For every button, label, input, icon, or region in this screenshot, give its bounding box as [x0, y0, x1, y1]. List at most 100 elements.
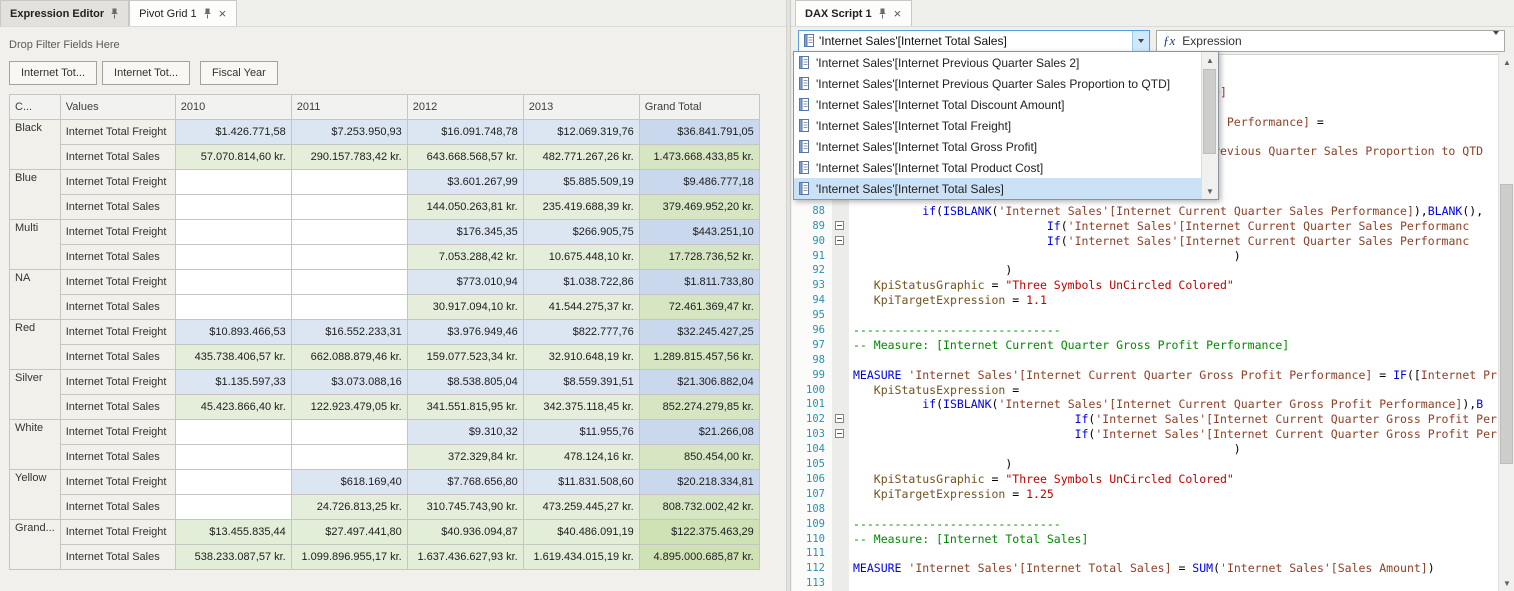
- pivot-value-cell[interactable]: [175, 195, 291, 220]
- pivot-value-cell[interactable]: [175, 245, 291, 270]
- pivot-value-cell[interactable]: 310.745.743,90 kr.: [407, 495, 523, 520]
- code-text[interactable]: MEASURE 'Internet Sales'[Internet Curren…: [849, 368, 1498, 383]
- pivot-value-cell[interactable]: $1.426.771,58: [175, 120, 291, 145]
- pivot-value-cell[interactable]: 1.473.668.433,85 kr.: [639, 145, 759, 170]
- scrollbar-thumb[interactable]: [1203, 69, 1216, 154]
- code-text[interactable]: if(ISBLANK('Internet Sales'[Internet Cur…: [849, 397, 1498, 412]
- pivot-value-cell[interactable]: [175, 270, 291, 295]
- pivot-value-cell[interactable]: 144.050.263,81 kr.: [407, 195, 523, 220]
- measure-dropdown-item[interactable]: 'Internet Sales'[Internet Total Discount…: [794, 94, 1201, 115]
- pivot-column-header[interactable]: 2013: [523, 95, 639, 120]
- pivot-column-header[interactable]: C...: [10, 95, 61, 120]
- code-text[interactable]: If('Internet Sales'[Internet Current Qua…: [849, 219, 1498, 234]
- pivot-column-header[interactable]: Grand Total: [639, 95, 759, 120]
- code-text[interactable]: KpiStatusGraphic = "Three Symbols UnCirc…: [849, 278, 1498, 293]
- pivot-measure-label[interactable]: Internet Total Sales: [60, 245, 175, 270]
- expression-combo[interactable]: ƒx Expression: [1156, 30, 1505, 52]
- filter-field-internet-total-1[interactable]: Internet Tot...: [9, 61, 97, 85]
- pivot-value-cell[interactable]: $11.955,76: [523, 420, 639, 445]
- pivot-group-label[interactable]: Multi: [10, 220, 61, 270]
- code-text[interactable]: ): [849, 263, 1498, 278]
- pivot-measure-label[interactable]: Internet Total Sales: [60, 295, 175, 320]
- editor-vertical-scrollbar[interactable]: ▲ ▼: [1498, 54, 1514, 591]
- pivot-value-cell[interactable]: 235.419.688,39 kr.: [523, 195, 639, 220]
- pivot-value-cell[interactable]: $122.375.463,29: [639, 520, 759, 545]
- code-text[interactable]: [849, 308, 1498, 323]
- chevron-down-icon[interactable]: [1493, 35, 1504, 47]
- measure-dropdown-item[interactable]: 'Internet Sales'[Internet Total Sales]: [794, 178, 1201, 199]
- pivot-group-label[interactable]: Blue: [10, 170, 61, 220]
- pivot-value-cell[interactable]: [175, 445, 291, 470]
- fold-collapse-button[interactable]: [835, 221, 844, 230]
- code-text[interactable]: -- Measure: [Internet Total Sales]: [849, 532, 1498, 547]
- pivot-measure-label[interactable]: Internet Total Freight: [60, 270, 175, 295]
- pivot-value-cell[interactable]: [175, 495, 291, 520]
- filter-field-fiscal-year[interactable]: Fiscal Year: [200, 61, 278, 85]
- pivot-value-cell[interactable]: $16.091.748,78: [407, 120, 523, 145]
- pivot-value-cell[interactable]: [175, 420, 291, 445]
- pivot-value-cell[interactable]: $443.251,10: [639, 220, 759, 245]
- pivot-value-cell[interactable]: 17.728.736,52 kr.: [639, 245, 759, 270]
- pivot-value-cell[interactable]: [175, 170, 291, 195]
- code-text[interactable]: KpiTargetExpression = 1.1: [849, 293, 1498, 308]
- pivot-group-label[interactable]: Yellow: [10, 470, 61, 520]
- measure-dropdown-item[interactable]: 'Internet Sales'[Internet Total Freight]: [794, 115, 1201, 136]
- measure-combo-dropdown-button[interactable]: [1132, 31, 1149, 51]
- pivot-value-cell[interactable]: $9.310,32: [407, 420, 523, 445]
- pivot-value-cell[interactable]: $27.497.441,80: [291, 520, 407, 545]
- pivot-value-cell[interactable]: [175, 220, 291, 245]
- pivot-value-cell[interactable]: $21.266,08: [639, 420, 759, 445]
- pivot-value-cell[interactable]: $13.455.835,44: [175, 520, 291, 545]
- pin-icon[interactable]: [878, 8, 887, 19]
- pivot-value-cell[interactable]: $5.885.509,19: [523, 170, 639, 195]
- code-text[interactable]: ): [849, 442, 1498, 457]
- pivot-value-cell[interactable]: $1.811.733,80: [639, 270, 759, 295]
- close-icon[interactable]: ×: [893, 9, 903, 19]
- pivot-value-cell[interactable]: $8.538.805,04: [407, 370, 523, 395]
- pin-icon[interactable]: [110, 8, 119, 19]
- code-text[interactable]: -- Measure: [Internet Current Quarter Gr…: [849, 338, 1498, 353]
- pivot-value-cell[interactable]: $3.976.949,46: [407, 320, 523, 345]
- pivot-value-cell[interactable]: 342.375.118,45 kr.: [523, 395, 639, 420]
- pivot-value-cell[interactable]: $822.777,76: [523, 320, 639, 345]
- code-text[interactable]: If('Internet Sales'[Internet Current Qua…: [849, 427, 1498, 442]
- pivot-value-cell[interactable]: $1.135.597,33: [175, 370, 291, 395]
- pivot-measure-label[interactable]: Internet Total Sales: [60, 345, 175, 370]
- pivot-value-cell[interactable]: 478.124,16 kr.: [523, 445, 639, 470]
- pivot-column-header[interactable]: 2011: [291, 95, 407, 120]
- pivot-value-cell[interactable]: [291, 220, 407, 245]
- pivot-value-cell[interactable]: $3.601.267,99: [407, 170, 523, 195]
- pivot-value-cell[interactable]: 473.259.445,27 kr.: [523, 495, 639, 520]
- pivot-value-cell[interactable]: 1.637.436.627,93 kr.: [407, 545, 523, 570]
- pivot-measure-label[interactable]: Internet Total Freight: [60, 520, 175, 545]
- pivot-value-cell[interactable]: $8.559.391,51: [523, 370, 639, 395]
- measure-dropdown-item[interactable]: 'Internet Sales'[Internet Previous Quart…: [794, 73, 1201, 94]
- pivot-value-cell[interactable]: 538.233.087,57 kr.: [175, 545, 291, 570]
- pivot-value-cell[interactable]: 7.053.288,42 kr.: [407, 245, 523, 270]
- pivot-value-cell[interactable]: 122.923.479,05 kr.: [291, 395, 407, 420]
- measure-selector-combo[interactable]: 'Internet Sales'[Internet Total Sales]: [798, 30, 1150, 52]
- code-text[interactable]: If('Internet Sales'[Internet Current Qua…: [849, 234, 1498, 249]
- pivot-value-cell[interactable]: 379.469.952,20 kr.: [639, 195, 759, 220]
- pivot-value-cell[interactable]: $40.936.094,87: [407, 520, 523, 545]
- pivot-value-cell[interactable]: 45.423.866,40 kr.: [175, 395, 291, 420]
- measure-dropdown-item[interactable]: 'Internet Sales'[Internet Previous Quart…: [794, 52, 1201, 73]
- pivot-measure-label[interactable]: Internet Total Freight: [60, 370, 175, 395]
- fold-collapse-button[interactable]: [835, 414, 844, 423]
- pivot-value-cell[interactable]: [291, 295, 407, 320]
- pivot-value-cell[interactable]: $3.073.088,16: [291, 370, 407, 395]
- pivot-value-cell[interactable]: 435.738.406,57 kr.: [175, 345, 291, 370]
- code-text[interactable]: [849, 546, 1498, 561]
- pivot-group-label[interactable]: NA: [10, 270, 61, 320]
- pivot-value-cell[interactable]: 808.732.002,42 kr.: [639, 495, 759, 520]
- pivot-column-header[interactable]: 2012: [407, 95, 523, 120]
- pivot-value-cell[interactable]: $36.841.791,05: [639, 120, 759, 145]
- pivot-value-cell[interactable]: 57.070.814,60 kr.: [175, 145, 291, 170]
- drop-filter-area[interactable]: Drop Filter Fields Here: [0, 27, 786, 51]
- pivot-value-cell[interactable]: $7.768.656,80: [407, 470, 523, 495]
- pivot-value-cell[interactable]: 10.675.448,10 kr.: [523, 245, 639, 270]
- pivot-value-cell[interactable]: 1.619.434.015,19 kr.: [523, 545, 639, 570]
- filter-field-internet-total-2[interactable]: Internet Tot...: [102, 61, 190, 85]
- pivot-value-cell[interactable]: $16.552.233,31: [291, 320, 407, 345]
- code-text[interactable]: ------------------------------: [849, 323, 1498, 338]
